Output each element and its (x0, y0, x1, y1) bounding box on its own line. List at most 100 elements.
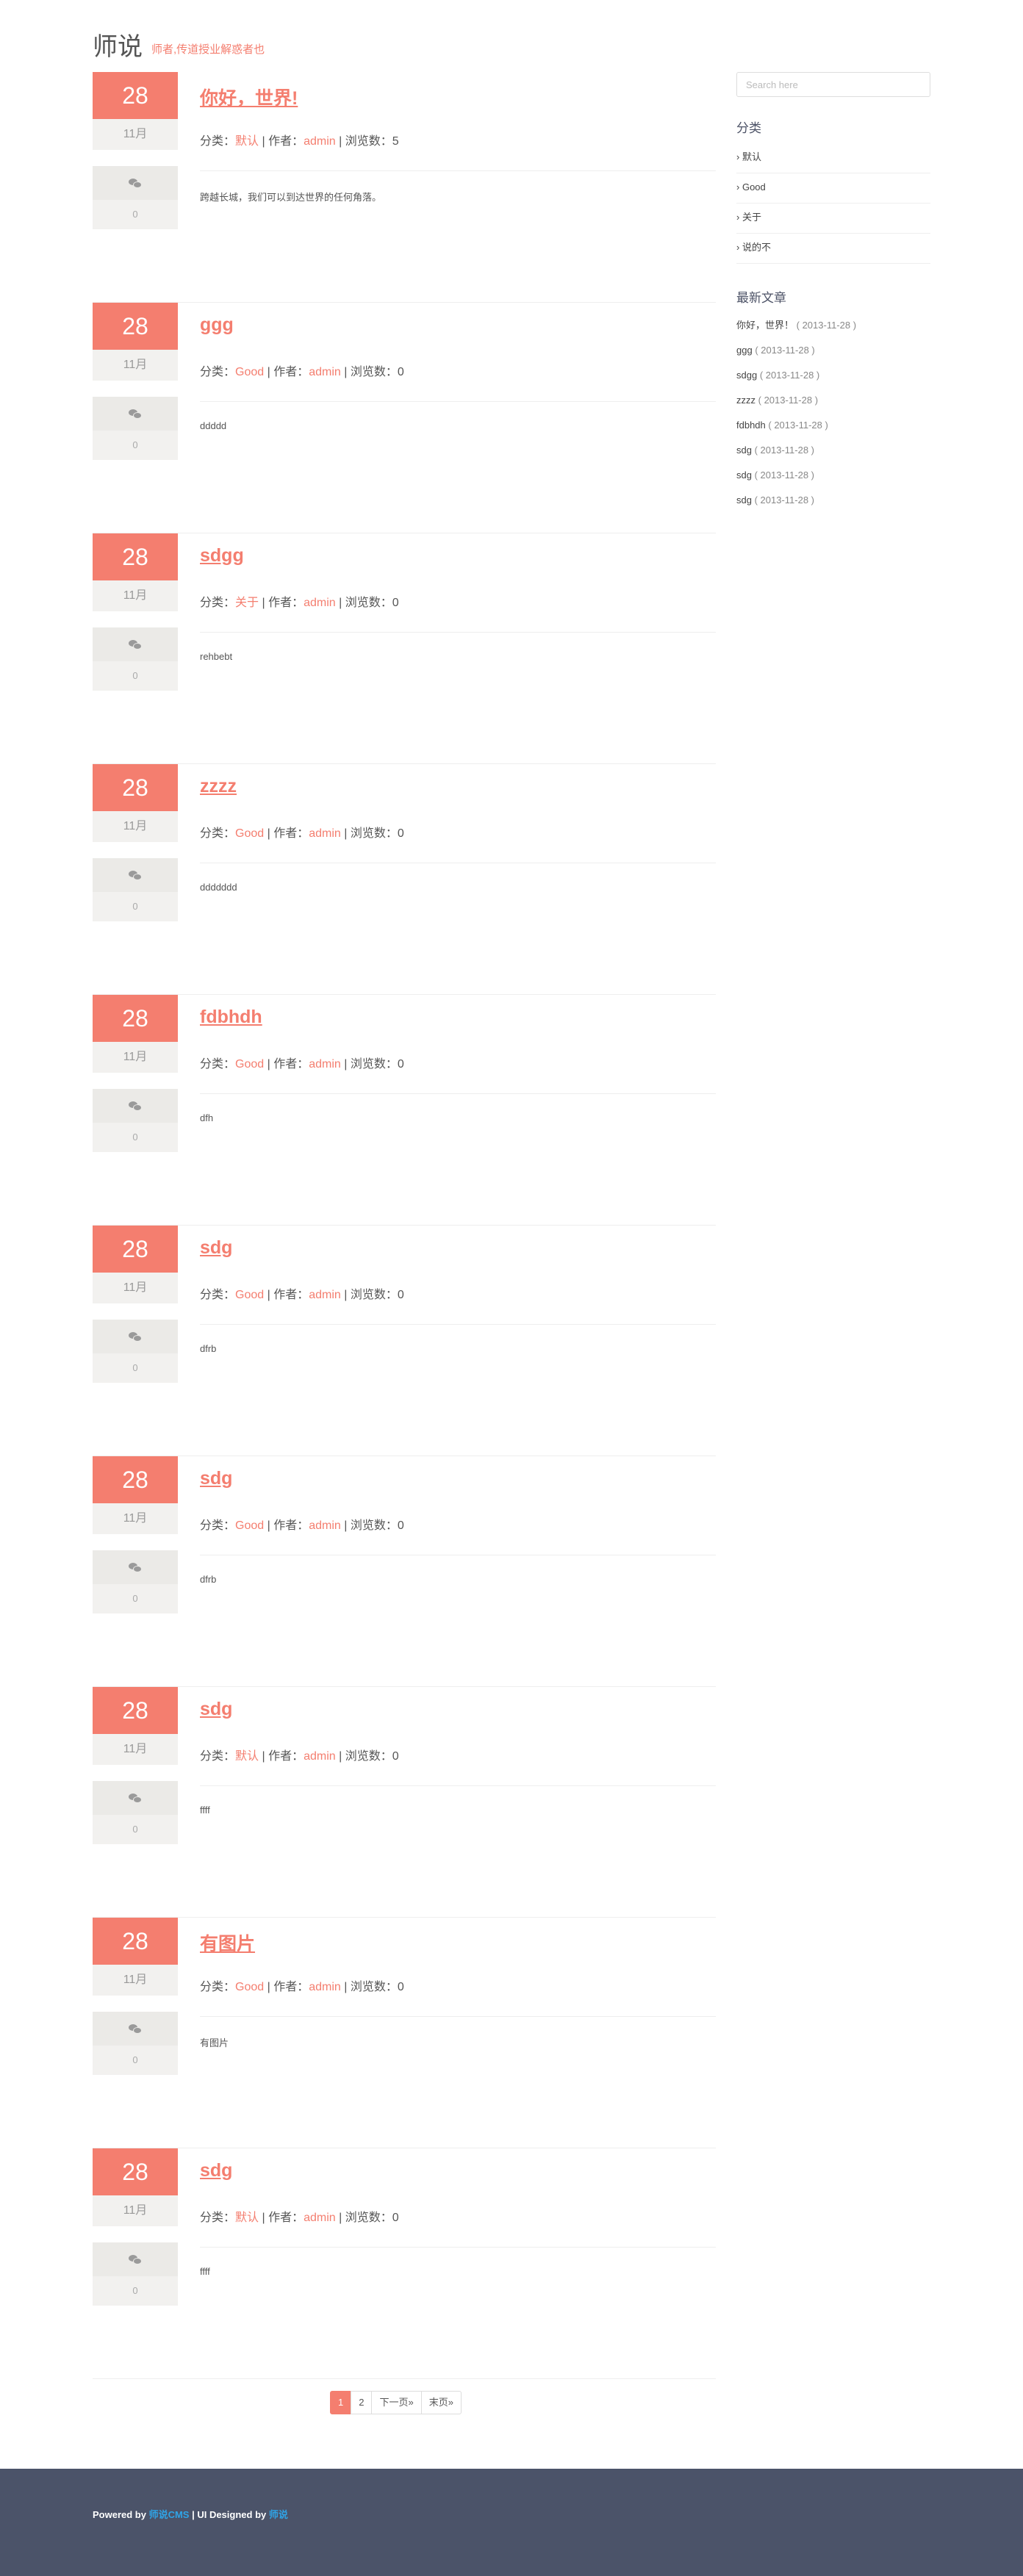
post-category-link[interactable]: 关于 (235, 597, 259, 609)
post-excerpt: ffff (200, 1805, 210, 1816)
recent-post-item[interactable]: fdbhdh ( 2013-11-28 ) (736, 413, 930, 438)
post-comments-box[interactable]: 0 (93, 166, 178, 229)
post-divider (200, 632, 716, 633)
post-meta: 分类：Good | 作者：admin | 浏览数：0 (200, 366, 404, 378)
post-category-link[interactable]: Good (235, 827, 264, 840)
post-date-month: 11月 (93, 1734, 178, 1765)
recent-posts-heading: 最新文章 (736, 291, 786, 305)
search-input[interactable] (736, 72, 930, 97)
post-author-link[interactable]: admin (309, 1981, 341, 1993)
recent-post-title: ggg (736, 345, 753, 356)
recent-post-item[interactable]: ggg ( 2013-11-28 ) (736, 338, 930, 363)
views-label: 浏览数： (345, 597, 392, 609)
recent-post-date: ( 2013-11-28 ) (754, 494, 815, 506)
post-category-link[interactable]: Good (235, 1519, 264, 1532)
post-divider (200, 2016, 716, 2017)
recent-post-item[interactable]: 你好，世界！ ( 2013-11-28 ) (736, 313, 930, 338)
post-comments-box[interactable]: 0 (93, 397, 178, 460)
comment-icon-wrap (93, 1089, 178, 1123)
post-comments-box[interactable]: 0 (93, 1089, 178, 1152)
post-title-link[interactable]: sdg (200, 2160, 232, 2181)
chevron-right-icon: › (736, 242, 742, 253)
comments-icon (129, 639, 142, 650)
recent-post-title: sdg (736, 494, 752, 506)
recent-post-date: ( 2013-11-28 ) (754, 469, 815, 481)
post-title-link[interactable]: 你好，世界! (200, 84, 298, 110)
footer-cms-link[interactable]: 师说CMS (149, 2509, 190, 2520)
post-author-link[interactable]: admin (309, 1519, 341, 1532)
post-title-link[interactable]: sdg (200, 1237, 232, 1259)
post-comments-box[interactable]: 0 (93, 2242, 178, 2306)
post-comment-count: 0 (93, 1353, 178, 1383)
recent-post-list: 你好，世界！ ( 2013-11-28 ) ggg ( 2013-11-28 ) s… (736, 313, 930, 513)
post-title-link[interactable]: sdg (200, 1699, 232, 1720)
last-page-button[interactable]: 末页» (420, 2391, 462, 2414)
post-title-link[interactable]: ggg (200, 314, 234, 336)
sidebar-category-item[interactable]: › 说的不 (736, 234, 930, 264)
page-2-button[interactable]: 2 (351, 2391, 373, 2414)
post-divider (200, 170, 716, 171)
post-author-link[interactable]: admin (309, 1058, 341, 1071)
post-category-link[interactable]: 默认 (235, 135, 259, 148)
post-category-link[interactable]: Good (235, 1981, 264, 1993)
post-author-link[interactable]: admin (304, 135, 336, 148)
post-comments-box[interactable]: 0 (93, 1781, 178, 1844)
post-comments-box[interactable]: 0 (93, 627, 178, 691)
author-label: 作者： (273, 827, 309, 840)
post-date-box: 28 11月 (93, 303, 178, 381)
post-comments-box[interactable]: 0 (93, 858, 178, 921)
page-1-button[interactable]: 1 (330, 2391, 352, 2414)
footer-designer-link[interactable]: 师说 (269, 2509, 288, 2520)
post-category-link[interactable]: 默认 (235, 2212, 259, 2224)
post-author-link[interactable]: admin (309, 827, 341, 840)
views-label: 浏览数： (350, 827, 398, 840)
next-page-button[interactable]: 下一页» (371, 2391, 422, 2414)
post-author-link[interactable]: admin (309, 366, 341, 378)
post-date-day: 28 (93, 1918, 178, 1965)
post-comments-box[interactable]: 0 (93, 2012, 178, 2075)
site-logo[interactable]: 师说 (93, 32, 143, 62)
views-label: 浏览数： (345, 1750, 392, 1763)
sidebar-category-item[interactable]: › Good (736, 173, 930, 204)
category-name: 默认 (742, 151, 761, 162)
post-category-link[interactable]: Good (235, 1289, 264, 1301)
post-title-link[interactable]: sdg (200, 1468, 232, 1489)
chevron-right-icon: › (736, 212, 742, 223)
recent-post-date: ( 2013-11-28 ) (758, 395, 819, 406)
recent-post-item[interactable]: sdg ( 2013-11-28 ) (736, 463, 930, 488)
post-title-link[interactable]: sdgg (200, 545, 244, 566)
recent-post-item[interactable]: sdg ( 2013-11-28 ) (736, 438, 930, 463)
post-author-link[interactable]: admin (304, 597, 336, 609)
post-category-link[interactable]: 默认 (235, 1750, 259, 1763)
recent-post-date: ( 2013-11-28 ) (759, 370, 820, 381)
post-title-link[interactable]: fdbhdh (200, 1007, 262, 1028)
recent-post-title: fdbhdh (736, 420, 766, 431)
sidebar-category-item[interactable]: › 关于 (736, 204, 930, 234)
chevron-right-icon: › (736, 151, 742, 162)
post-title-link[interactable]: zzzz (200, 776, 237, 797)
post-comments-box[interactable]: 0 (93, 1320, 178, 1383)
post-author-link[interactable]: admin (304, 1750, 336, 1763)
post-view-count: 0 (397, 1289, 404, 1301)
post-divider (200, 401, 716, 402)
sidebar-category-item[interactable]: › 默认 (736, 143, 930, 173)
post-author-link[interactable]: admin (304, 2212, 336, 2224)
post-comment-count: 0 (93, 1123, 178, 1152)
post-comments-box[interactable]: 0 (93, 1550, 178, 1613)
views-label: 浏览数： (350, 1519, 398, 1532)
post-category-link[interactable]: Good (235, 366, 264, 378)
post-date-box: 28 11月 (93, 764, 178, 842)
recent-post-item[interactable]: sdg ( 2013-11-28 ) (736, 488, 930, 513)
post-comment-count: 0 (93, 1815, 178, 1844)
post-date-month: 11月 (93, 2195, 178, 2226)
footer: Powered by 师说CMS | UI Designed by 师说 (0, 2469, 1023, 2576)
post-category-link[interactable]: Good (235, 1058, 264, 1071)
post-author-link[interactable]: admin (309, 1289, 341, 1301)
post-title-link[interactable]: 有图片 (200, 1929, 255, 1956)
recent-post-item[interactable]: zzzz ( 2013-11-28 ) (736, 388, 930, 413)
category-list: › 默认 › Good › 关于 › 说的不 (736, 143, 930, 264)
recent-post-item[interactable]: sdgg ( 2013-11-28 ) (736, 363, 930, 388)
post-date-day: 28 (93, 72, 178, 119)
post-excerpt: rehbebt (200, 651, 233, 662)
comment-icon-wrap (93, 397, 178, 431)
